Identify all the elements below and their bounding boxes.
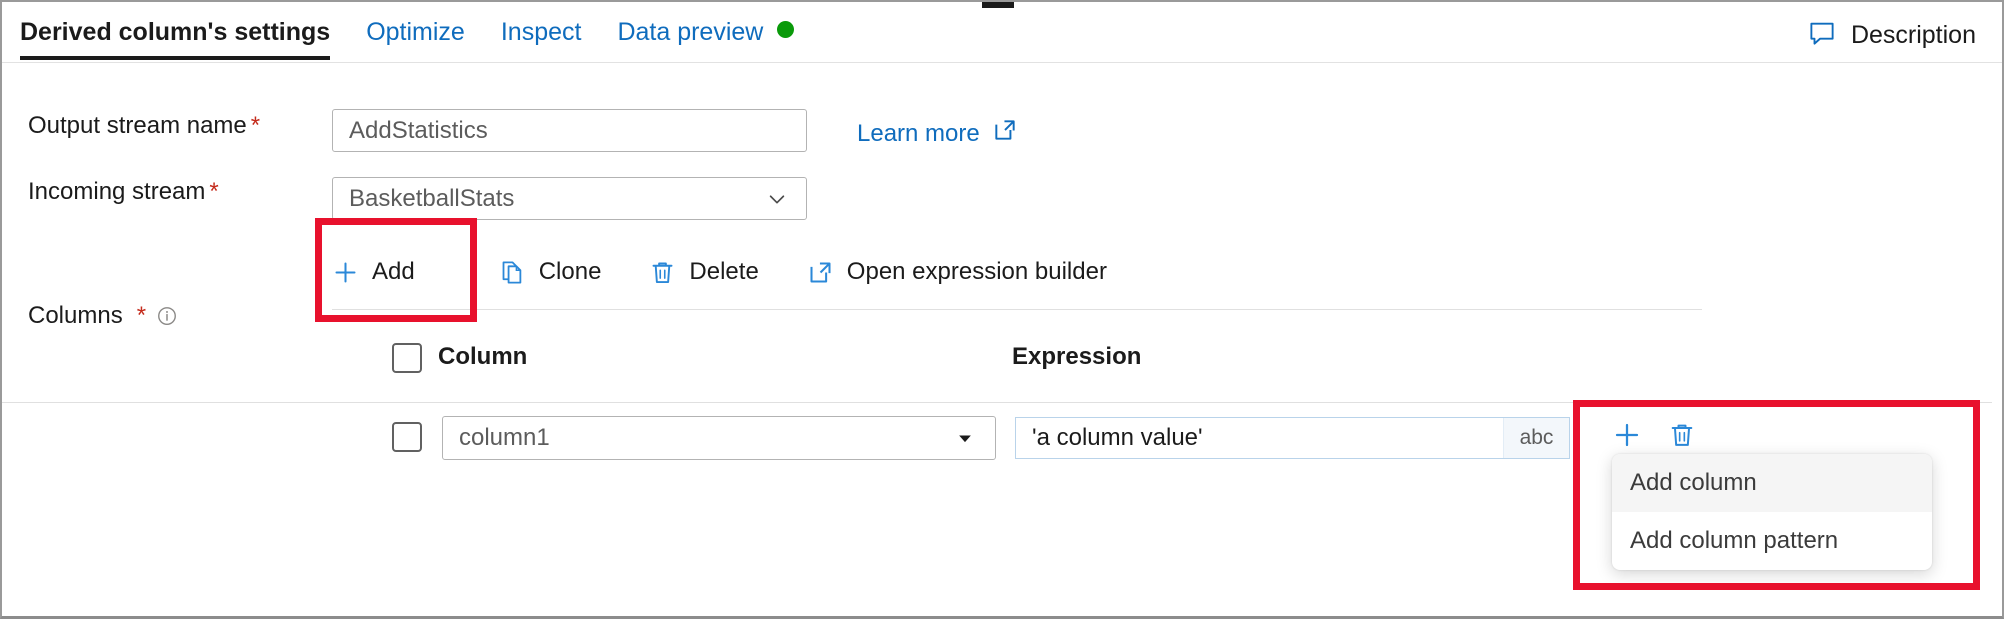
tab-strip: Derived column's settings Optimize Inspe…: [2, 4, 2002, 63]
external-link-icon: [807, 259, 834, 286]
expression-input[interactable]: 'a column value' abc: [1015, 417, 1570, 459]
open-expression-builder-label: Open expression builder: [846, 258, 1107, 285]
menu-item-label: Add column: [1630, 469, 1757, 496]
open-expression-builder-button[interactable]: Open expression builder: [807, 258, 1107, 286]
column-header-column: Column: [438, 343, 528, 370]
tab-data-preview[interactable]: Data preview: [617, 4, 795, 62]
add-row-button[interactable]: [1612, 420, 1642, 450]
required-marker: *: [250, 112, 261, 139]
tab-label: Optimize: [366, 18, 465, 46]
add-button[interactable]: Add: [332, 258, 415, 286]
menu-item-add-column[interactable]: Add column: [1612, 454, 1932, 512]
select-all-checkbox[interactable]: [392, 343, 422, 373]
output-stream-name-label: Output stream name *: [28, 112, 261, 139]
description-button[interactable]: Description: [1807, 16, 1976, 54]
copy-icon: [499, 259, 526, 286]
clone-button[interactable]: Clone: [499, 258, 602, 286]
row-select-checkbox[interactable]: [392, 422, 422, 452]
tab-label: Inspect: [500, 18, 582, 46]
derived-column-settings-panel: Derived column's settings Optimize Inspe…: [0, 0, 2004, 619]
columns-label: Columns *: [28, 302, 178, 330]
tab-optimize[interactable]: Optimize: [366, 4, 465, 62]
columns-command-bar: Add Clone Delete Open expression builder: [332, 250, 1155, 294]
incoming-stream-value: BasketballStats: [349, 184, 515, 212]
command-bar-divider: [332, 309, 1702, 310]
delete-label: Delete: [689, 258, 759, 285]
tab-derived-columns-settings[interactable]: Derived column's settings: [20, 4, 331, 62]
required-marker: *: [209, 178, 219, 205]
required-marker: *: [136, 302, 147, 329]
incoming-stream-label: Incoming stream *: [28, 178, 219, 205]
expression-type-badge: abc: [1503, 418, 1569, 458]
row-action-buttons: [1612, 420, 1696, 450]
external-link-icon: [992, 117, 1018, 150]
chevron-down-icon: [766, 188, 788, 210]
menu-item-label: Add column pattern: [1630, 527, 1839, 554]
column-name-value: column1: [459, 424, 550, 451]
tab-label: Derived column's settings: [20, 18, 331, 46]
tab-label: Data preview: [617, 18, 764, 46]
delete-button[interactable]: Delete: [649, 258, 759, 286]
output-stream-name-input[interactable]: AddStatistics: [332, 109, 807, 152]
trash-icon: [649, 259, 676, 286]
chevron-down-icon: [955, 427, 977, 449]
grid-header-divider: [2, 402, 1992, 403]
expression-value: 'a column value': [1032, 424, 1203, 451]
tab-active-underline: [20, 56, 331, 60]
comment-icon: [1807, 18, 1837, 53]
column-header-expression: Expression: [1012, 343, 1142, 370]
output-stream-name-value: AddStatistics: [349, 116, 488, 144]
info-icon[interactable]: [156, 305, 178, 327]
incoming-stream-dropdown[interactable]: BasketballStats: [332, 177, 807, 220]
column-name-dropdown[interactable]: column1: [442, 416, 996, 460]
description-label: Description: [1850, 20, 1976, 49]
tab-inspect[interactable]: Inspect: [501, 4, 582, 62]
delete-row-button[interactable]: [1668, 421, 1696, 449]
add-label: Add: [372, 258, 415, 285]
learn-more-link[interactable]: Learn more: [857, 117, 1018, 150]
tab-list: Derived column's settings Optimize Inspe…: [20, 4, 830, 62]
menu-item-add-column-pattern[interactable]: Add column pattern: [1612, 512, 1932, 570]
clone-label: Clone: [538, 258, 602, 285]
add-column-context-menu: Add column Add column pattern: [1612, 454, 1932, 570]
data-preview-status-dot: [777, 21, 795, 38]
learn-more-label: Learn more: [857, 119, 980, 147]
plus-icon: [332, 259, 359, 286]
